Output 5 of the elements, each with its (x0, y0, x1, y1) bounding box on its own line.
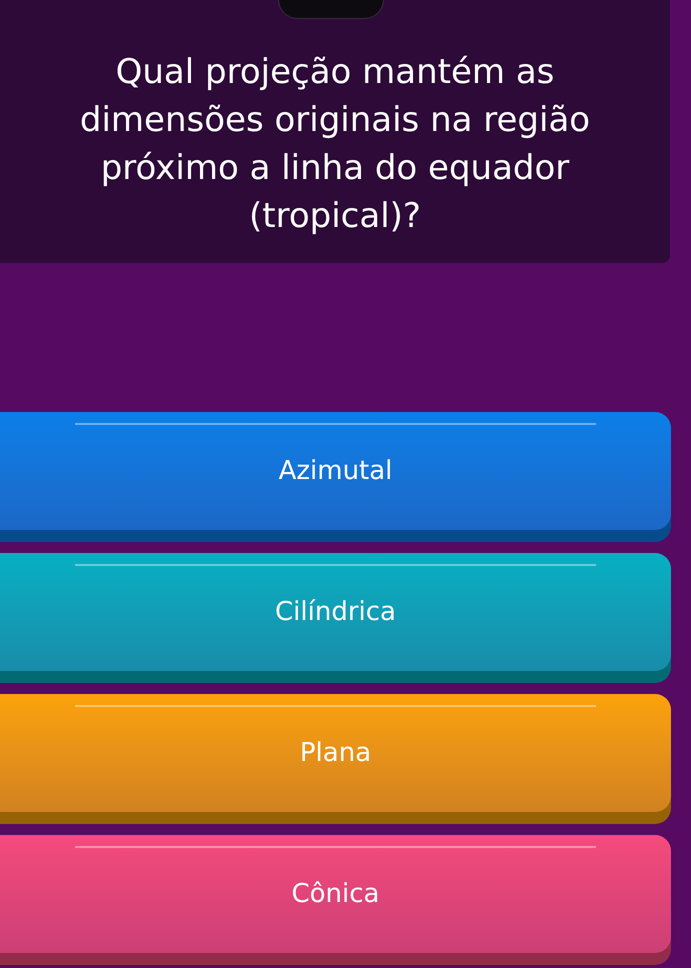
answer-option[interactable]: Cilíndrica (0, 553, 671, 683)
answer-option[interactable]: Cônica (0, 835, 671, 965)
answer-option[interactable]: Plana (0, 694, 671, 824)
question-text: Qual projeção mantém as dimensões originais na região próximo a linha do equador (tropical)? (78, 50, 592, 238)
answer-option[interactable]: Azimutal (0, 412, 671, 542)
